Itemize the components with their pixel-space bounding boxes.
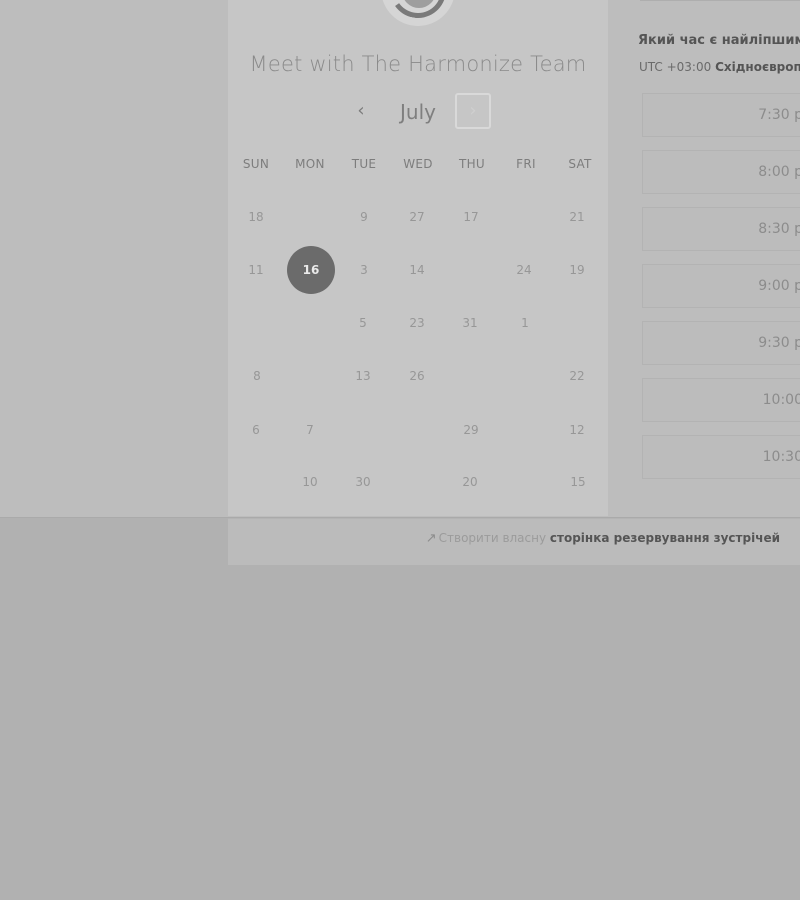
weekday-wed: WED: [403, 157, 433, 171]
time-slot-panel: Який час є найліпшим UTC +03:00 Східноєв…: [608, 0, 800, 516]
time-slot-button[interactable]: 9:30 p: [642, 321, 800, 365]
time-slot-label: 9:00 p: [758, 278, 800, 294]
page-title: Meet with The Harmonize Team: [249, 52, 587, 76]
month-label: July: [400, 100, 436, 124]
weekday-tue: TUE: [351, 157, 377, 171]
day-cell[interactable]: 27: [392, 192, 442, 242]
day-cell[interactable]: 22: [552, 351, 602, 401]
time-slot-label: 8:30 p: [758, 221, 800, 237]
weekday-sat: SAT: [568, 157, 592, 171]
day-cell[interactable]: 9: [339, 192, 389, 242]
weekday-mon: MON: [295, 157, 325, 171]
weekday-sun: SUN: [242, 157, 270, 171]
day-cell[interactable]: 31: [445, 298, 495, 348]
time-slot-button[interactable]: 10:00: [642, 378, 800, 422]
time-slot-label: 10:30: [762, 449, 800, 465]
time-slot-label: 9:30 p: [758, 335, 800, 351]
day-cell[interactable]: 23: [392, 298, 442, 348]
day-cell[interactable]: 13: [338, 351, 388, 401]
day-cell[interactable]: 8: [232, 351, 282, 401]
day-cell[interactable]: 3: [339, 245, 389, 295]
time-slot-button[interactable]: 7:30 p: [642, 93, 800, 137]
weekday-thu: THU: [458, 157, 486, 171]
day-cell[interactable]: 1: [500, 298, 550, 348]
day-cell[interactable]: 11: [231, 245, 281, 295]
selected-day[interactable]: 16: [287, 246, 335, 294]
day-cell[interactable]: 17: [446, 192, 496, 242]
time-slot-button[interactable]: 8:30 p: [642, 207, 800, 251]
day-cell[interactable]: 5: [338, 298, 388, 348]
time-slot-label: 10:00: [762, 392, 800, 408]
external-link-icon: ↗: [425, 531, 437, 546]
day-cell[interactable]: 20: [445, 457, 495, 507]
day-cell[interactable]: 30: [338, 457, 388, 507]
next-month-button[interactable]: ›: [455, 93, 491, 129]
time-panel-divider: [640, 0, 800, 1]
time-slot-label: 7:30 p: [758, 107, 800, 123]
timezone-name: Східноєвроп: [715, 60, 800, 74]
day-cell[interactable]: 15: [553, 457, 603, 507]
day-cell[interactable]: 12: [552, 405, 602, 455]
time-slot-button[interactable]: 8:00 p: [642, 150, 800, 194]
time-slot-label: 8:00 p: [758, 164, 800, 180]
day-cell[interactable]: 24: [499, 245, 549, 295]
prev-month-button[interactable]: ‹: [351, 96, 371, 126]
timezone-selector[interactable]: UTC +03:00 Східноєвроп: [639, 60, 800, 74]
day-cell[interactable]: 19: [552, 245, 602, 295]
footer-bar: ↗ Створити власну сторінка резервування з…: [228, 518, 800, 566]
timezone-offset: UTC +03:00: [639, 60, 716, 74]
day-cell[interactable]: 10: [285, 457, 335, 507]
day-cell[interactable]: 7: [285, 405, 335, 455]
day-cell[interactable]: 18: [231, 192, 281, 242]
day-cell[interactable]: 26: [392, 351, 442, 401]
calendar-panel: Meet with The Harmonize Team ‹ July › SU…: [228, 0, 608, 516]
create-booking-page-link[interactable]: ↗ Створити власну сторінка резервування з…: [426, 531, 780, 546]
time-slot-button[interactable]: 9:00 p: [642, 264, 800, 308]
weekday-header: SUN MON TUE WED THU FRI SAT: [228, 157, 608, 175]
time-slot-button[interactable]: 10:30: [642, 435, 800, 479]
day-cell[interactable]: 6: [231, 405, 281, 455]
day-cell[interactable]: 29: [446, 405, 496, 455]
day-cell[interactable]: 14: [392, 245, 442, 295]
page-background: [0, 565, 800, 900]
day-cell[interactable]: 21: [552, 192, 602, 242]
weekday-fri: FRI: [516, 157, 536, 171]
booking-page: Meet with The Harmonize Team ‹ July › SU…: [0, 0, 800, 900]
time-question: Який час є найліпшим: [638, 33, 800, 48]
footer-link-prefix: Створити власну: [438, 531, 550, 545]
footer-link-emphasis: сторінка резервування зустрічей: [549, 531, 780, 545]
